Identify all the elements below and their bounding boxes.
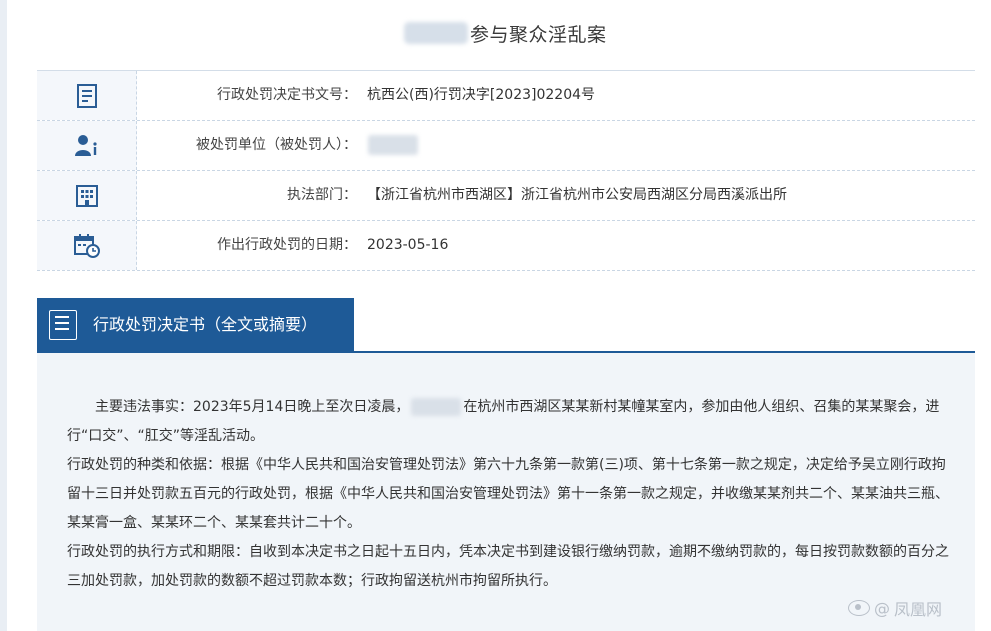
calendar-clock-icon xyxy=(73,233,100,258)
icon-cell xyxy=(37,121,137,170)
redacted-name-inline xyxy=(411,398,462,416)
page-header: 参与聚众淫乱案 xyxy=(0,0,991,70)
redacted-value xyxy=(368,135,418,155)
building-icon xyxy=(75,184,98,207)
row-label: 执法部门： xyxy=(287,187,357,203)
icon-cell xyxy=(37,71,137,120)
info-row-decision-date: 作出行政处罚的日期： 2023-05-16 xyxy=(37,221,975,271)
info-table: 行政处罚决定书文号： 杭西公(西)行罚决字[2023]02204号 被处罚单位（… xyxy=(37,70,975,271)
icon-cell xyxy=(37,221,137,270)
row-value: 杭西公(西)行罚决字[2023]02204号 xyxy=(367,87,596,103)
document-icon xyxy=(76,83,97,108)
watermark: @ 凤凰网 xyxy=(848,596,942,620)
icon-cell xyxy=(37,171,137,220)
decision-content-box: 主要违法事实：2023年5月14日晚上至次日凌晨， 在杭州市西湖区某某新村某幢某室… xyxy=(37,353,975,631)
watermark-text: 凤凰网 xyxy=(894,600,943,619)
row-label: 被处罚单位（被处罚人）： xyxy=(196,137,357,153)
section-header: 行政处罚决定书（全文或摘要） xyxy=(37,298,975,353)
left-edge-strip xyxy=(0,0,7,631)
redacted-name xyxy=(404,22,468,44)
section-title: 行政处罚决定书（全文或摘要） xyxy=(93,315,318,334)
section-tab: 行政处罚决定书（全文或摘要） xyxy=(37,298,354,351)
row-label: 行政处罚决定书文号： xyxy=(217,87,357,103)
row-value: 【浙江省杭州市西湖区】浙江省杭州市公安局西湖区分局西溪派出所 xyxy=(367,187,787,203)
info-row-enforcement-dept: 执法部门： 【浙江省杭州市西湖区】浙江省杭州市公安局西湖区分局西溪派出所 xyxy=(37,171,975,221)
paragraph-facts: 主要违法事实：2023年5月14日晚上至次日凌晨， 在杭州市西湖区某某新村某幢某室… xyxy=(67,398,940,444)
row-value: 2023-05-16 xyxy=(367,237,449,253)
paragraph-execution: 行政处罚的执行方式和期限：自收到本决定书之日起十五日内，凭本决定书到建设银行缴纳… xyxy=(67,544,949,589)
decision-text: 主要违法事实：2023年5月14日晚上至次日凌晨， 在杭州市西湖区某某新村某幢某室… xyxy=(67,393,955,596)
row-label: 作出行政处罚的日期： xyxy=(217,237,357,253)
paragraph-penalty: 行政处罚的种类和依据：根据《中华人民共和国治安管理处罚法》第六十九条第一款第(三… xyxy=(67,457,949,531)
info-row-document-number: 行政处罚决定书文号： 杭西公(西)行罚决字[2023]02204号 xyxy=(37,71,975,121)
watermark-at: @ xyxy=(874,598,890,618)
page-title: 参与聚众淫乱案 xyxy=(470,24,607,46)
weibo-icon xyxy=(848,600,870,616)
info-row-penalized-party: 被处罚单位（被处罚人）： xyxy=(37,121,975,171)
person-info-icon xyxy=(74,134,97,156)
document-list-icon xyxy=(49,310,77,340)
